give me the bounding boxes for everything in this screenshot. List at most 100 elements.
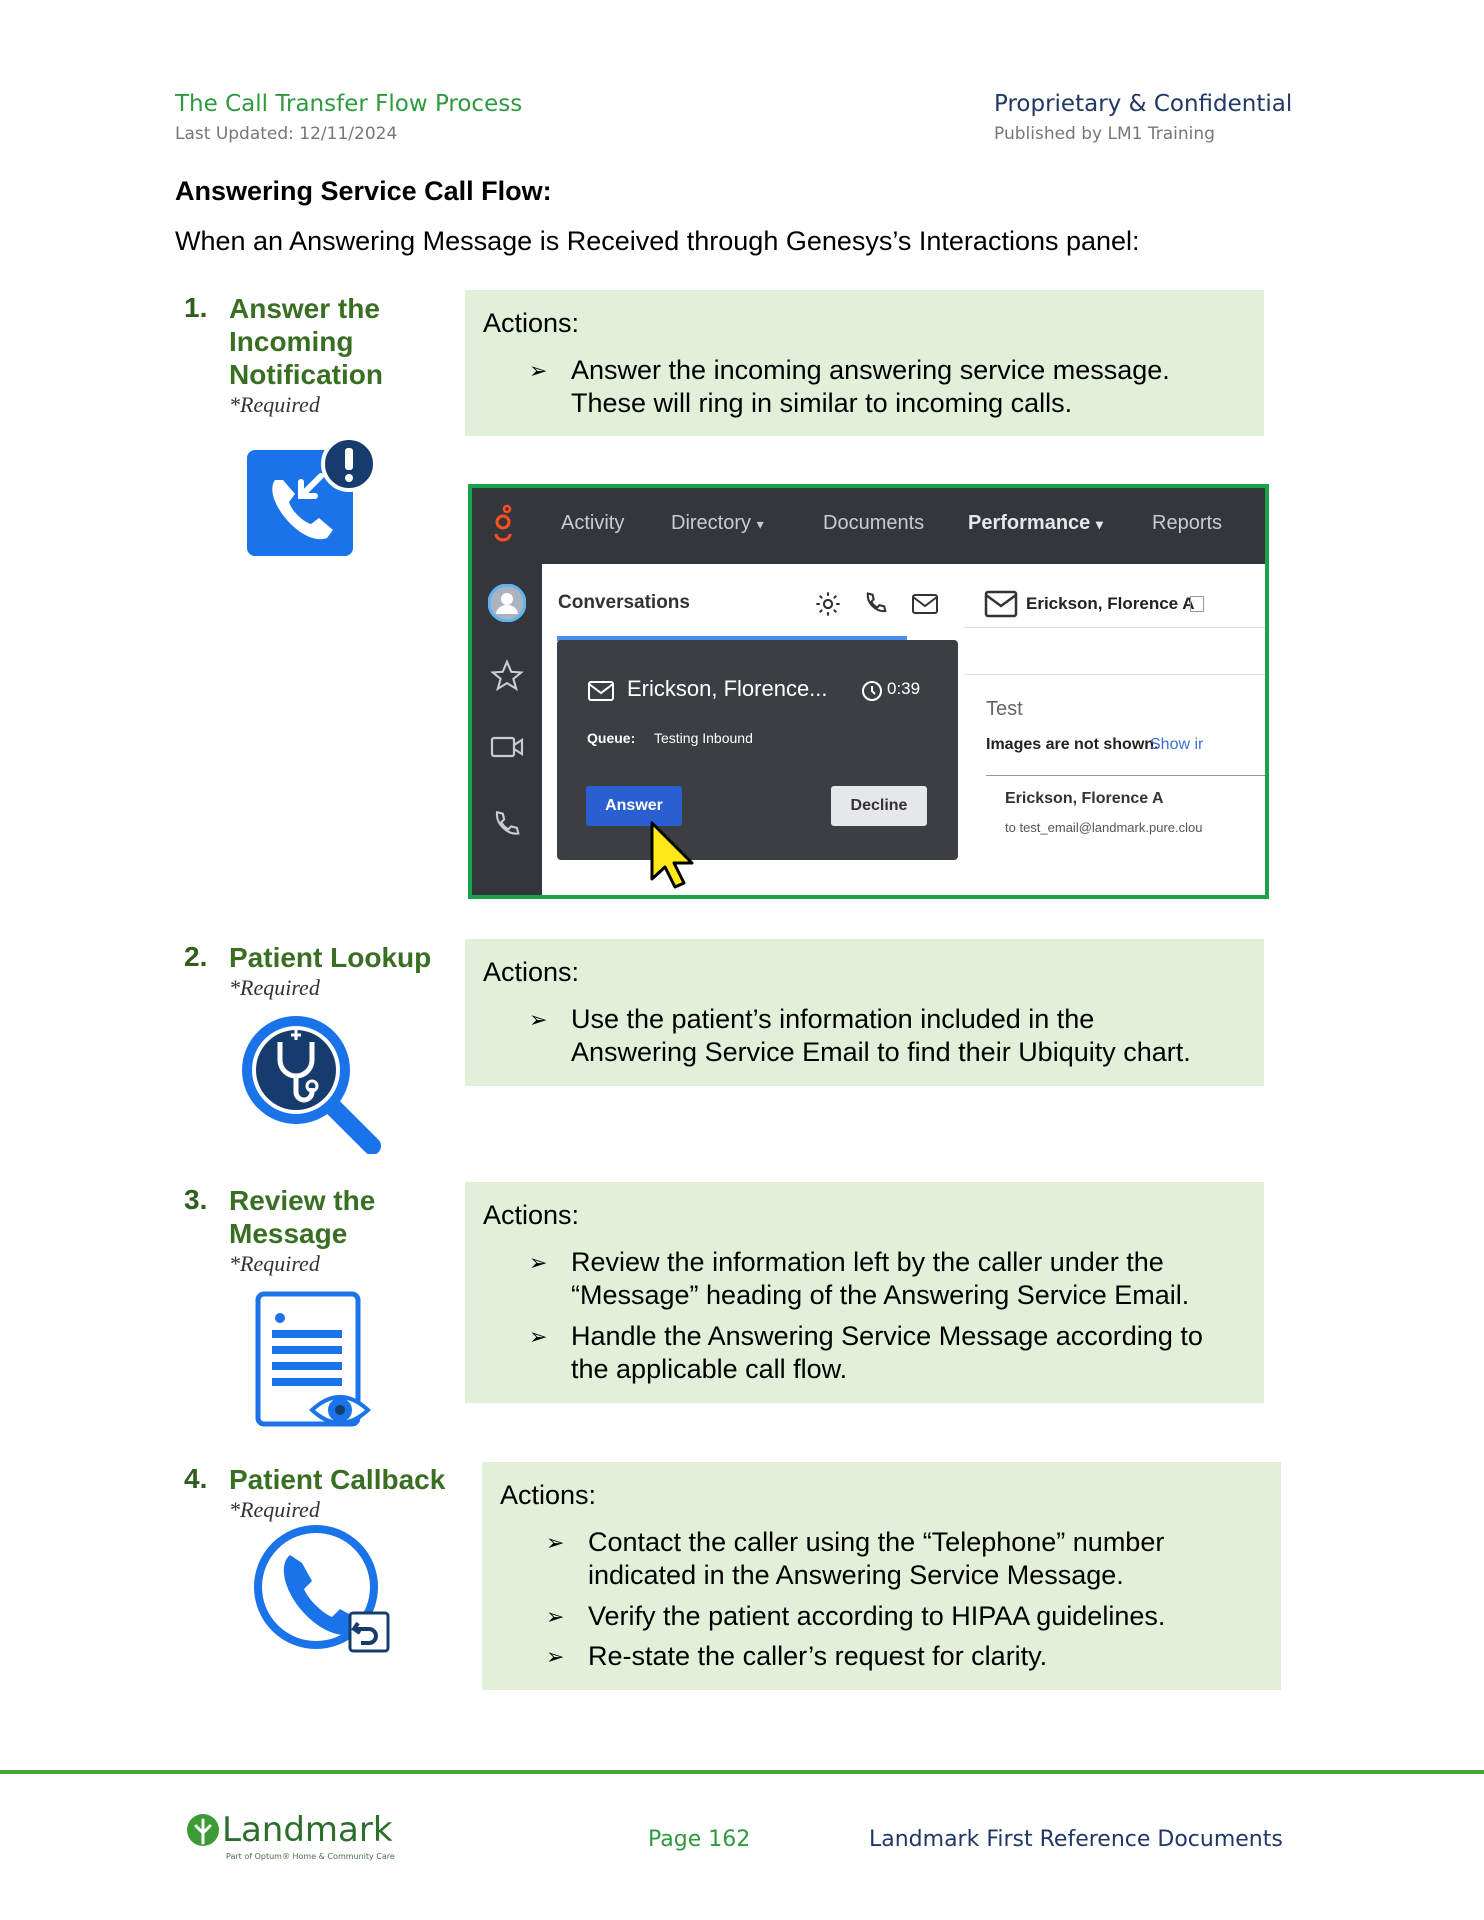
nav-performance-label: Performance xyxy=(968,512,1091,534)
arrow-bullet-icon: ➢ xyxy=(529,1007,548,1032)
arrow-bullet-icon: ➢ xyxy=(546,1604,565,1629)
star-icon[interactable] xyxy=(490,659,524,693)
email-subject: Test xyxy=(986,698,1023,720)
step-title: Review the Message xyxy=(229,1184,375,1250)
actions-box: Actions: ➢ Contact the caller using the … xyxy=(482,1462,1281,1690)
sender-name: Erickson, Florence A xyxy=(1005,790,1164,807)
step-title-line: Review the xyxy=(229,1185,376,1216)
callback-phone-icon xyxy=(254,1525,390,1653)
show-images-link[interactable]: Show ir xyxy=(1150,736,1203,754)
conversations-title: Conversations xyxy=(558,592,690,613)
stethoscope-search-icon xyxy=(242,1016,381,1154)
published-by: Published by LM1 Training xyxy=(994,124,1215,144)
step-number: 4. xyxy=(184,1463,208,1494)
caret-down-icon: ▾ xyxy=(756,516,764,532)
step-title: Patient Lookup xyxy=(229,941,431,974)
gear-icon[interactable] xyxy=(814,590,842,618)
copy-icon[interactable] xyxy=(1190,596,1204,612)
last-updated: Last Updated: 12/11/2024 xyxy=(175,124,398,144)
bullet-line: the applicable call flow. xyxy=(571,1354,848,1384)
incoming-interaction-card[interactable]: Erickson, Florence... 0:39 Queue: Testin… xyxy=(557,640,958,860)
required-note: *Required xyxy=(229,1251,320,1276)
doc-title: The Call Transfer Flow Process xyxy=(175,91,523,117)
section-title: Answering Service Call Flow: xyxy=(175,176,552,206)
video-icon[interactable] xyxy=(490,732,524,762)
bullet-line: Contact the caller using the “Telephone”… xyxy=(588,1527,1165,1557)
decline-button[interactable]: Decline xyxy=(831,786,927,826)
bullet-line: Review the information left by the calle… xyxy=(571,1247,1164,1277)
step-title-line: Answer the xyxy=(229,293,380,324)
nav-activity[interactable]: Activity xyxy=(561,512,624,535)
step-title-line: Message xyxy=(229,1218,348,1249)
step-title-line: Incoming xyxy=(229,326,354,357)
arrow-bullet-icon: ➢ xyxy=(529,1324,548,1349)
step-number: 1. xyxy=(184,292,208,323)
avatar[interactable] xyxy=(488,584,526,622)
arrow-bullet-icon: ➢ xyxy=(529,1250,548,1275)
actions-box: Actions: ➢ Review the information left b… xyxy=(465,1182,1264,1403)
bullet-line: Answering Service Email to find their Ub… xyxy=(571,1037,1191,1067)
footer-doc-title: Landmark First Reference Documents xyxy=(869,1827,1283,1852)
bullet-line: indicated in the Answering Service Messa… xyxy=(588,1560,1124,1590)
page-number: Page 162 xyxy=(648,1827,751,1852)
divider xyxy=(964,674,1265,675)
document-review-icon xyxy=(255,1291,371,1427)
intro-text: When an Answering Message is Received th… xyxy=(175,226,1140,256)
footer-divider xyxy=(0,1770,1484,1774)
actions-box: Actions: ➢ Answer the incoming answering… xyxy=(465,290,1264,436)
required-note: *Required xyxy=(229,975,320,1000)
landmark-logo-text: Landmark xyxy=(222,1810,393,1850)
genesys-logo-icon xyxy=(494,504,512,542)
required-note: *Required xyxy=(229,1497,320,1522)
nav-performance[interactable]: Performance ▾ xyxy=(968,512,1103,535)
phone-icon[interactable] xyxy=(862,590,890,618)
arrow-bullet-icon: ➢ xyxy=(546,1530,565,1555)
step-title-line: Patient Callback xyxy=(229,1464,446,1495)
divider xyxy=(986,775,1265,776)
bullet-line: Verify the patient according to HIPAA gu… xyxy=(588,1601,1166,1631)
nav-directory[interactable]: Directory ▾ xyxy=(671,512,764,535)
step-title-line: Patient Lookup xyxy=(229,942,432,973)
incoming-call-alert-icon xyxy=(247,436,377,556)
actions-label: Actions: xyxy=(483,308,580,338)
queue-value: Testing Inbound xyxy=(654,730,753,746)
step-number: 2. xyxy=(184,941,208,972)
actions-label: Actions: xyxy=(483,1200,580,1230)
confidential-label: Proprietary & Confidential xyxy=(994,91,1293,117)
nav-reports[interactable]: Reports xyxy=(1152,512,1222,535)
genesys-screenshot: Activity Directory ▾ Documents Performan… xyxy=(468,484,1269,899)
landmark-logo-subtitle: Part of Optum® Home & Community Care xyxy=(226,1852,395,1861)
clock-icon xyxy=(862,681,882,701)
arrow-bullet-icon: ➢ xyxy=(546,1644,565,1669)
bullet-line: These will ring in similar to incoming c… xyxy=(571,388,1073,418)
mail-icon xyxy=(588,681,614,701)
phone-icon[interactable] xyxy=(490,808,524,842)
step-number: 3. xyxy=(184,1184,208,1215)
actions-label: Actions: xyxy=(500,1480,597,1510)
left-rail xyxy=(472,564,542,895)
nav-directory-label: Directory xyxy=(671,512,752,534)
card-timer: 0:39 xyxy=(887,679,921,698)
caret-down-icon: ▾ xyxy=(1095,516,1103,532)
bullet-line: “Message” heading of the Answering Servi… xyxy=(571,1280,1190,1310)
nav-documents[interactable]: Documents xyxy=(823,512,924,535)
card-contact-name: Erickson, Florence... xyxy=(627,676,828,701)
bullet-line: Answer the incoming answering service me… xyxy=(571,355,1170,385)
mail-icon xyxy=(984,590,1018,618)
step-title: Answer the Incoming Notification xyxy=(229,292,383,391)
actions-box: Actions: ➢ Use the patient’s information… xyxy=(465,939,1264,1086)
bullet-line: Handle the Answering Service Message acc… xyxy=(571,1321,1203,1351)
to-line: to test_email@landmark.pure.clou xyxy=(1005,820,1203,835)
images-notice: Images are not shown. xyxy=(986,736,1159,753)
email-panel: Erickson, Florence A Test Images are not… xyxy=(964,564,1265,895)
required-note: *Required xyxy=(229,392,320,417)
mouse-pointer-icon xyxy=(650,821,694,889)
top-nav: Activity Directory ▾ Documents Performan… xyxy=(472,488,1265,564)
divider xyxy=(964,627,1265,628)
bullet-line: Re-state the caller’s request for clarit… xyxy=(588,1641,1048,1671)
mail-icon[interactable] xyxy=(911,592,939,616)
step-title: Patient Callback xyxy=(229,1463,445,1496)
queue-label: Queue: xyxy=(587,730,636,746)
arrow-bullet-icon: ➢ xyxy=(529,358,548,383)
actions-label: Actions: xyxy=(483,957,580,987)
